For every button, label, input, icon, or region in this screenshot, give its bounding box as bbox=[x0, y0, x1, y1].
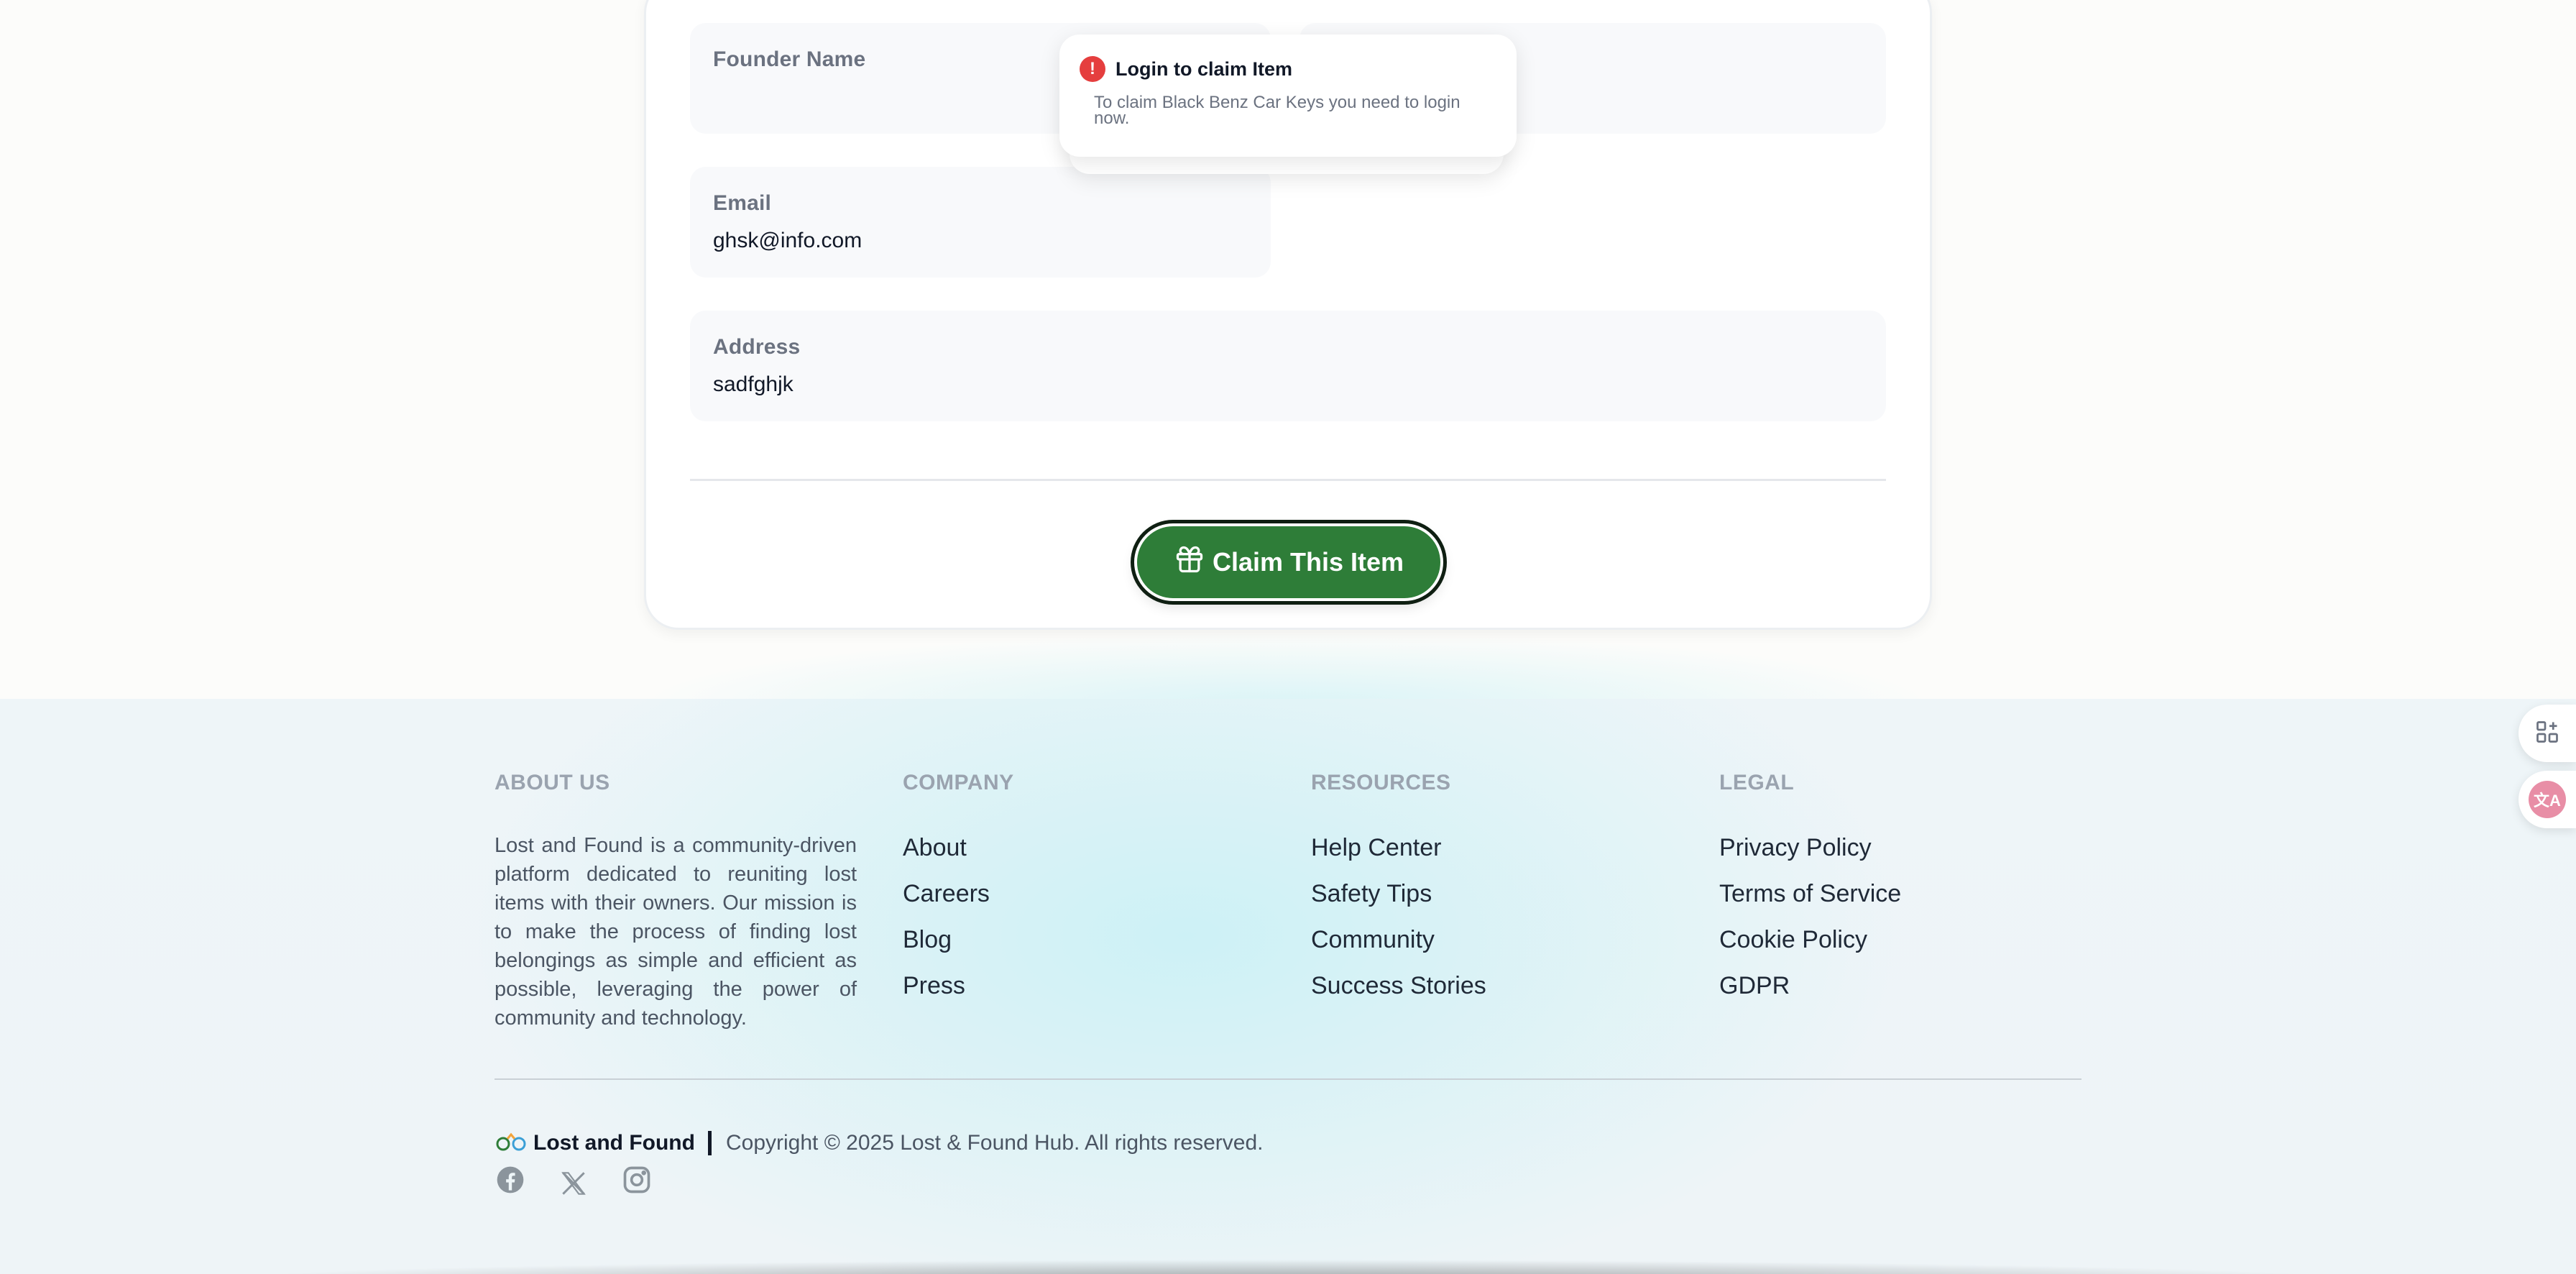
x-icon[interactable] bbox=[558, 1160, 589, 1203]
footer-link-success-stories[interactable]: Success Stories bbox=[1311, 969, 1486, 1015]
toast-message: To claim Black Benz Car Keys you need to… bbox=[1094, 93, 1460, 128]
toast-title: Login to claim Item bbox=[1116, 58, 1293, 80]
error-icon: ! bbox=[1080, 56, 1105, 82]
about-heading: ABOUT US bbox=[494, 771, 610, 794]
legal-heading: LEGAL bbox=[1719, 771, 1795, 794]
translate-button[interactable]: 文A bbox=[2518, 771, 2576, 828]
footer-link-gdpr[interactable]: GDPR bbox=[1719, 969, 1901, 1015]
email-field: Email ghsk@info.com bbox=[690, 167, 1271, 278]
footer bbox=[0, 699, 2576, 1274]
company-links: About Careers Blog Press bbox=[903, 831, 990, 1015]
resources-links: Help Center Safety Tips Community Succes… bbox=[1311, 831, 1486, 1015]
brand-separator bbox=[707, 1131, 712, 1155]
resources-heading: RESOURCES bbox=[1311, 771, 1451, 794]
footer-link-about[interactable]: About bbox=[903, 831, 990, 877]
footer-link-terms-of-service[interactable]: Terms of Service bbox=[1719, 877, 1901, 923]
footer-link-community[interactable]: Community bbox=[1311, 923, 1486, 969]
login-toast: ! Login to claim Item To claim Black Ben… bbox=[1059, 35, 1517, 157]
apps-add-icon bbox=[2534, 719, 2560, 748]
social-links bbox=[494, 1160, 653, 1203]
brand-name[interactable]: Lost and Found bbox=[533, 1131, 695, 1155]
footer-link-safety-tips[interactable]: Safety Tips bbox=[1311, 877, 1486, 923]
email-label: Email bbox=[713, 191, 772, 215]
about-text: Lost and Found is a community-driven pla… bbox=[494, 834, 857, 1030]
instagram-icon[interactable] bbox=[621, 1164, 653, 1199]
footer-link-blog[interactable]: Blog bbox=[903, 923, 990, 969]
address-value: sadfghjk bbox=[713, 372, 794, 396]
binoculars-logo-icon bbox=[494, 1132, 529, 1155]
footer-link-press[interactable]: Press bbox=[903, 969, 990, 1015]
footer-link-help-center[interactable]: Help Center bbox=[1311, 831, 1486, 877]
translate-icon: 文A bbox=[2529, 781, 2566, 818]
footer-glow bbox=[0, 633, 2576, 699]
footer-link-careers[interactable]: Careers bbox=[903, 877, 990, 923]
form-divider bbox=[690, 479, 1886, 481]
company-heading: COMPANY bbox=[903, 771, 1014, 794]
address-label: Address bbox=[713, 335, 801, 359]
bottom-shadow bbox=[187, 1260, 2389, 1274]
legal-links: Privacy Policy Terms of Service Cookie P… bbox=[1719, 831, 1901, 1015]
footer-divider bbox=[494, 1078, 2082, 1080]
footer-brand: Lost and Found Copyright © 2025 Lost & F… bbox=[494, 1127, 1263, 1159]
gift-icon bbox=[1174, 544, 1205, 582]
claim-item-button-label: Claim This Item bbox=[1212, 547, 1404, 577]
facebook-icon[interactable] bbox=[494, 1164, 526, 1199]
address-field: Address sadfghjk bbox=[690, 311, 1886, 421]
footer-link-privacy-policy[interactable]: Privacy Policy bbox=[1719, 831, 1901, 877]
apps-add-button[interactable] bbox=[2518, 705, 2576, 762]
page: Founder Name Email ghsk@info.com Address… bbox=[0, 0, 2576, 1274]
copyright-text: Copyright © 2025 Lost & Found Hub. All r… bbox=[725, 1131, 1264, 1155]
email-value: ghsk@info.com bbox=[713, 229, 862, 252]
footer-link-cookie-policy[interactable]: Cookie Policy bbox=[1719, 923, 1901, 969]
claim-item-button[interactable]: Claim This Item bbox=[1134, 523, 1443, 601]
